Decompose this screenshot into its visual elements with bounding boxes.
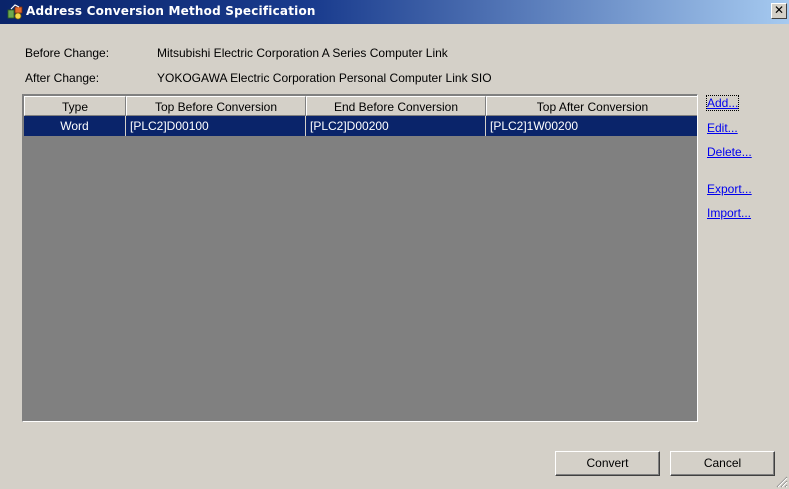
- column-header-top-before[interactable]: Top Before Conversion: [126, 96, 306, 116]
- app-icon: [7, 4, 23, 20]
- column-header-top-after[interactable]: Top After Conversion: [486, 96, 697, 116]
- edit-link[interactable]: Edit...: [707, 121, 738, 135]
- window-title: Address Conversion Method Specification: [26, 4, 316, 18]
- conversion-table[interactable]: Type Top Before Conversion End Before Co…: [22, 94, 698, 422]
- resize-grip-icon[interactable]: [776, 476, 788, 488]
- column-header-end-before[interactable]: End Before Conversion: [306, 96, 486, 116]
- table-row[interactable]: Word [PLC2]D00100 [PLC2]D00200 [PLC2]1W0…: [24, 116, 697, 136]
- cell-top-before: [PLC2]D00100: [126, 116, 306, 136]
- after-change-value: YOKOGAWA Electric Corporation Personal C…: [157, 71, 492, 85]
- cell-top-after: [PLC2]1W00200: [490, 119, 579, 133]
- cancel-button[interactable]: Cancel: [670, 451, 775, 476]
- convert-button[interactable]: Convert: [555, 451, 660, 476]
- cell-end-before: [PLC2]D00200: [306, 116, 486, 136]
- import-link[interactable]: Import...: [707, 206, 751, 220]
- add-link[interactable]: Add...: [705, 95, 740, 111]
- delete-link[interactable]: Delete...: [707, 145, 752, 159]
- after-change-label: After Change:: [25, 71, 100, 85]
- export-link[interactable]: Export...: [707, 182, 752, 196]
- title-bar: Address Conversion Method Specification …: [0, 0, 789, 24]
- close-button[interactable]: ✕: [771, 3, 787, 19]
- cell-type: Word: [24, 116, 126, 136]
- before-change-value: Mitsubishi Electric Corporation A Series…: [157, 46, 448, 60]
- before-change-label: Before Change:: [25, 46, 110, 60]
- column-header-type[interactable]: Type: [24, 96, 126, 116]
